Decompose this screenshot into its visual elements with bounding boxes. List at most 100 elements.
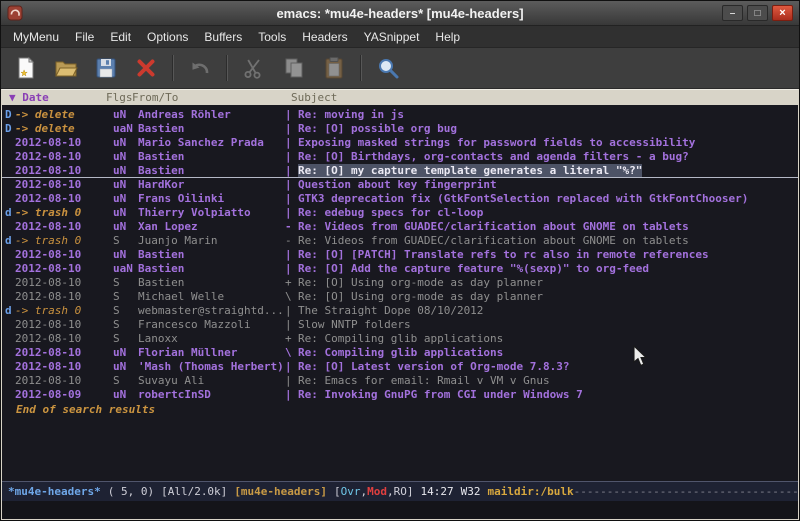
open-file-icon bbox=[54, 56, 78, 80]
message-row[interactable]: 2012-08-09 uN robertcInSD | Re: Invoking… bbox=[2, 388, 798, 402]
message-row[interactable]: d -> trash 0 uN Thierry Volpiatto | Re: … bbox=[2, 206, 798, 220]
modeline-filter: [All/2.0k] bbox=[161, 485, 227, 498]
mark-prefix bbox=[2, 332, 15, 346]
menu-item-buffers[interactable]: Buffers bbox=[196, 27, 250, 47]
header-column-date[interactable]: ▼ Date bbox=[2, 90, 106, 105]
paste-button[interactable] bbox=[317, 52, 351, 84]
message-subject: Re: Videos from GUADEC/clarification abo… bbox=[298, 220, 689, 234]
message-date: 2012-08-10 bbox=[15, 276, 113, 290]
message-flags: uN bbox=[113, 388, 138, 402]
maximize-button[interactable]: □ bbox=[747, 5, 768, 21]
message-row[interactable]: D -> delete uaN Bastien | Re: [O] possib… bbox=[2, 122, 798, 136]
message-subject: Re: [O] Using org-mode as day planner bbox=[298, 276, 543, 290]
message-from: Andreas Röhler bbox=[138, 108, 285, 122]
message-from: HardKor bbox=[138, 178, 285, 192]
menu-item-tools[interactable]: Tools bbox=[250, 27, 294, 47]
message-flags: uN bbox=[113, 248, 138, 262]
header-line: ▼ Date Flgs From/To Subject bbox=[2, 90, 798, 105]
new-file-button[interactable] bbox=[9, 52, 43, 84]
message-row[interactable]: 2012-08-10 uN 'Mash (Thomas Herbert) | R… bbox=[2, 360, 798, 374]
message-row[interactable]: 2012-08-10 S Lanoxx + Re: Compiling glib… bbox=[2, 332, 798, 346]
thread-marker: \ bbox=[285, 290, 298, 304]
message-flags: uN bbox=[113, 150, 138, 164]
menu-item-headers[interactable]: Headers bbox=[294, 27, 355, 47]
message-date: 2012-08-10 bbox=[15, 360, 113, 374]
menu-item-mymenu[interactable]: MyMenu bbox=[5, 27, 67, 47]
header-column-subject[interactable]: Subject bbox=[291, 90, 337, 105]
message-row[interactable]: 2012-08-10 uN Mario Sanchez Prada | Expo… bbox=[2, 136, 798, 150]
save-button[interactable] bbox=[89, 52, 123, 84]
toolbar-separator bbox=[172, 55, 174, 81]
header-column-from[interactable]: From/To bbox=[132, 90, 278, 105]
message-row[interactable]: 2012-08-10 uN Bastien | Re: [O] my captu… bbox=[2, 164, 798, 178]
buffer-frame: ▼ Date Flgs From/To Subject D -> delete … bbox=[1, 89, 799, 520]
message-date: 2012-08-10 bbox=[15, 150, 113, 164]
message-row[interactable]: 2012-08-10 uN Xan Lopez - Re: Videos fro… bbox=[2, 220, 798, 234]
message-flags: S bbox=[113, 332, 138, 346]
message-from: Florian Müllner bbox=[138, 346, 285, 360]
message-subject: Re: [O] Latest version of Org-mode 7.8.3… bbox=[298, 360, 570, 374]
message-flags: uN bbox=[113, 108, 138, 122]
message-row[interactable]: 2012-08-10 S Bastien + Re: [O] Using org… bbox=[2, 276, 798, 290]
message-row[interactable]: 2012-08-10 S Francesco Mazzoli | Slow NN… bbox=[2, 318, 798, 332]
modeline-maildir: maildir:/bulk bbox=[488, 485, 574, 498]
close-buffer-button[interactable] bbox=[129, 52, 163, 84]
message-row[interactable]: d -> trash 0 S webmaster@straightd... | … bbox=[2, 304, 798, 318]
message-row[interactable]: d -> trash 0 S Juanjo Marin - Re: Videos… bbox=[2, 234, 798, 248]
thread-marker: | bbox=[285, 318, 298, 332]
message-subject: Question about key fingerprint bbox=[298, 178, 497, 192]
header-column-spacer bbox=[278, 90, 291, 105]
message-date: -> delete bbox=[15, 122, 113, 136]
message-row[interactable]: 2012-08-10 S Michael Welle \ Re: [O] Usi… bbox=[2, 290, 798, 304]
menu-item-file[interactable]: File bbox=[67, 27, 102, 47]
modeline-modified-flag: Mod bbox=[367, 485, 387, 498]
menu-item-edit[interactable]: Edit bbox=[102, 27, 139, 47]
undo-button[interactable] bbox=[183, 52, 217, 84]
window-icon[interactable] bbox=[7, 5, 23, 21]
message-row[interactable]: 2012-08-10 uN Frans Oilinki | GTK3 depre… bbox=[2, 192, 798, 206]
message-subject: Re: [O] Using org-mode as day planner bbox=[298, 290, 543, 304]
message-row[interactable]: D -> delete uN Andreas Röhler | Re: movi… bbox=[2, 108, 798, 122]
message-flags: S bbox=[113, 304, 138, 318]
mark-prefix bbox=[2, 248, 15, 262]
mark-prefix bbox=[2, 290, 15, 304]
search-button[interactable] bbox=[371, 52, 405, 84]
menu-item-options[interactable]: Options bbox=[139, 27, 196, 47]
open-file-button[interactable] bbox=[49, 52, 83, 84]
message-row[interactable]: 2012-08-10 uaN Bastien | Re: [O] Add the… bbox=[2, 262, 798, 276]
message-row[interactable]: 2012-08-10 uN HardKor | Question about k… bbox=[2, 178, 798, 192]
thread-marker: | bbox=[285, 108, 298, 122]
cut-button[interactable] bbox=[237, 52, 271, 84]
message-from: Bastien bbox=[138, 164, 285, 177]
message-row[interactable]: 2012-08-10 uN Bastien | Re: [O] Birthday… bbox=[2, 150, 798, 164]
message-flags: uN bbox=[113, 164, 138, 177]
message-flags: S bbox=[113, 374, 138, 388]
message-date: 2012-08-10 bbox=[15, 262, 113, 276]
message-subject: Re: [O] possible org bug bbox=[298, 122, 457, 136]
menu-item-yasnippet[interactable]: YASnippet bbox=[356, 27, 428, 47]
copy-button[interactable] bbox=[277, 52, 311, 84]
minimize-button[interactable]: – bbox=[722, 5, 743, 21]
close-button[interactable]: × bbox=[772, 5, 793, 21]
message-row[interactable]: 2012-08-10 uN Florian Müllner \ Re: Comp… bbox=[2, 346, 798, 360]
header-column-flags[interactable]: Flgs bbox=[106, 90, 132, 105]
mode-line[interactable]: *mu4e-headers* ( 5, 0) [All/2.0k] [mu4e-… bbox=[2, 481, 798, 501]
message-date: -> trash 0 bbox=[15, 304, 113, 318]
toolbar-separator bbox=[226, 55, 228, 81]
message-date: 2012-08-10 bbox=[15, 374, 113, 388]
message-row[interactable]: 2012-08-10 uN Bastien | Re: [O] [PATCH] … bbox=[2, 248, 798, 262]
message-row[interactable]: 2012-08-10 S Suvayu Ali | Re: Emacs for … bbox=[2, 374, 798, 388]
menu-item-help[interactable]: Help bbox=[427, 27, 468, 47]
message-subject: Exposing masked strings for password fie… bbox=[298, 136, 695, 150]
mark-prefix bbox=[2, 346, 15, 360]
headers-list: D -> delete uN Andreas Röhler | Re: movi… bbox=[2, 108, 798, 402]
titlebar[interactable]: emacs: *mu4e-headers* [mu4e-headers] – □… bbox=[1, 1, 799, 26]
thread-marker: | bbox=[285, 150, 298, 164]
mark-prefix bbox=[2, 374, 15, 388]
message-flags: S bbox=[113, 290, 138, 304]
mark-prefix bbox=[2, 276, 15, 290]
mark-prefix bbox=[2, 262, 15, 276]
undo-icon bbox=[188, 56, 212, 80]
new-file-icon bbox=[14, 56, 38, 80]
echo-area[interactable] bbox=[2, 501, 798, 519]
